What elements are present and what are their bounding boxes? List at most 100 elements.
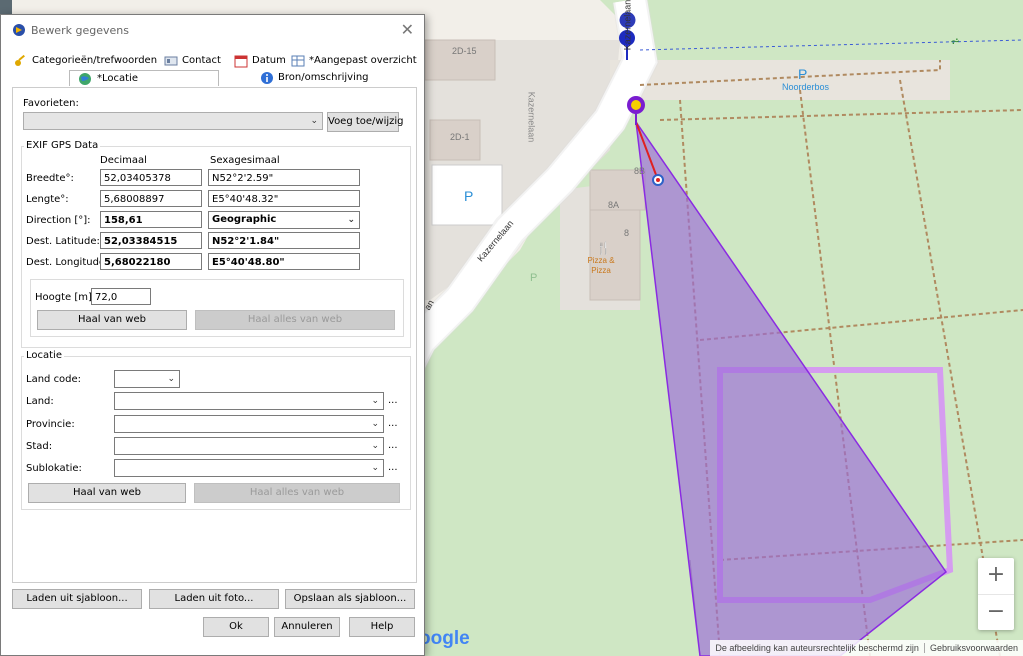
tab-row-bottom: *Locatie Bron/omschrijving	[12, 70, 415, 86]
chevron-down-icon: ⌄	[371, 396, 379, 406]
building-label: 8B	[634, 166, 646, 176]
location-tab-panel: Favorieten: ⌄ Voeg toe/wijzig EXIF GPS D…	[12, 87, 417, 583]
tab-label: *Locatie	[97, 73, 138, 84]
tab-label: Categorieën/trefwoorden	[32, 55, 158, 66]
decimal-column-header: Decimaal	[100, 155, 147, 166]
location-get-from-web-button[interactable]: Haal van web	[28, 483, 186, 503]
tab-label: *Aangepast overzicht	[309, 55, 417, 66]
province-select[interactable]: ⌄	[114, 415, 384, 433]
city-select[interactable]: ⌄	[114, 437, 384, 455]
get-from-web-button[interactable]: Haal van web	[37, 310, 187, 330]
globe-icon	[79, 73, 91, 85]
direction-field[interactable]: 158,61	[100, 211, 202, 228]
tab-label: Bron/omschrijving	[278, 72, 369, 83]
save-as-template-button[interactable]: Opslaan als sjabloon...	[285, 589, 415, 609]
zoom-in-button[interactable]: +	[978, 558, 1014, 595]
tab-contact[interactable]: Contact	[162, 53, 221, 69]
tab-label: Contact	[182, 55, 221, 66]
picnic-table-icon: ⩫	[950, 34, 960, 48]
chevron-down-icon: ⌄	[371, 463, 379, 473]
height-label: Hoogte [m]:	[35, 292, 96, 303]
copyright-notice: De afbeelding kan auteursrechtelijk besc…	[715, 643, 919, 653]
group-title: Locatie	[24, 350, 64, 361]
favorites-label: Favorieten:	[23, 98, 79, 109]
latitude-sexagesimal-field[interactable]: N52°2'2.59"	[208, 169, 360, 186]
city-label: Stad:	[26, 441, 53, 452]
exif-gps-group: EXIF GPS Data Decimaal Sexagesimaal Bree…	[21, 140, 411, 348]
longitude-label: Lengte°:	[26, 194, 69, 205]
chevron-down-icon: ⌄	[371, 441, 379, 451]
chevron-down-icon: ⌄	[371, 419, 379, 429]
zoom-out-button[interactable]: −	[978, 595, 1014, 631]
direction-reference-value: Geographic	[212, 214, 277, 225]
province-more-button[interactable]: ...	[388, 418, 398, 429]
parking-icon: P	[798, 66, 808, 82]
chevron-down-icon: ⌄	[310, 116, 318, 126]
building-label: 8A	[608, 200, 620, 210]
tab-categories[interactable]: Categorieën/trefwoorden	[12, 53, 157, 69]
sublocation-label: Sublokatie:	[26, 463, 82, 474]
cancel-button[interactable]: Annuleren	[274, 617, 340, 637]
close-icon[interactable]: ✕	[401, 20, 414, 39]
key-icon	[15, 54, 25, 66]
height-field[interactable]: 72,0	[91, 288, 151, 305]
tab-custom-overview[interactable]: *Aangepast overzicht	[289, 53, 417, 69]
location-group: Locatie Land code: ⌄ Land: ⌄ ... Provinc…	[21, 350, 411, 510]
direction-reference-select[interactable]: Geographic ⌄	[208, 211, 360, 229]
building-label: 8	[624, 228, 630, 238]
country-select[interactable]: ⌄	[114, 392, 384, 410]
help-button[interactable]: Help	[349, 617, 415, 637]
direction-label: Direction [°]:	[26, 215, 91, 226]
table-icon	[291, 55, 305, 67]
city-more-button[interactable]: ...	[388, 440, 398, 451]
latitude-label: Breedte°:	[26, 173, 74, 184]
tab-row-top: Categorieën/trefwoorden Contact Datum *A…	[12, 53, 417, 69]
favorites-select[interactable]: ⌄	[23, 112, 323, 130]
sublocation-select[interactable]: ⌄	[114, 459, 384, 477]
chevron-down-icon: ⌄	[347, 215, 355, 225]
google-logo: oogle	[419, 628, 470, 649]
dest-latitude-decimal-field[interactable]: 52,03384515	[100, 232, 202, 249]
map-attribution: De afbeelding kan auteursrechtelijk besc…	[710, 640, 1023, 656]
load-from-photo-button[interactable]: Laden uit foto...	[149, 589, 279, 609]
zoom-control: + −	[978, 558, 1014, 630]
group-title: EXIF GPS Data	[24, 140, 101, 151]
parking-icon: P	[464, 188, 474, 204]
load-from-template-button[interactable]: Laden uit sjabloon...	[12, 589, 142, 609]
get-all-from-web-button[interactable]: Haal alles van web	[195, 310, 395, 330]
ok-button[interactable]: Ok	[203, 617, 269, 637]
building-label: 2D-15	[452, 46, 477, 56]
sublocation-more-button[interactable]: ...	[388, 462, 398, 473]
land-code-select[interactable]: ⌄	[114, 370, 180, 388]
calendar-icon	[234, 55, 248, 68]
restaurant-label: Pizza & Pizza	[587, 256, 615, 275]
dest-latitude-sexagesimal-field[interactable]: N52°2'1.84"	[208, 232, 360, 249]
longitude-decimal-field[interactable]: 5,68008897	[100, 190, 202, 207]
add-favorite-button[interactable]: Voeg toe/wijzig	[327, 112, 404, 132]
sexagesimal-column-header: Sexagesimaal	[210, 155, 280, 166]
province-label: Provincie:	[26, 419, 75, 430]
tab-date[interactable]: Datum	[232, 53, 286, 69]
latitude-decimal-field[interactable]: 52,03405378	[100, 169, 202, 186]
tab-label: Datum	[252, 55, 286, 66]
restaurant-icon: 🍴	[596, 241, 611, 255]
tab-source-description[interactable]: Bron/omschrijving	[258, 70, 369, 86]
land-code-label: Land code:	[26, 374, 82, 385]
longitude-sexagesimal-field[interactable]: E5°40'48.32"	[208, 190, 360, 207]
edit-data-dialog: Bewerk gegevens ✕ Categorieën/trefwoorde…	[0, 14, 425, 656]
dialog-titlebar[interactable]: Bewerk gegevens ✕	[1, 15, 424, 45]
street-label: Kazernelaan	[622, 0, 633, 51]
terms-link[interactable]: Gebruiksvoorwaarden	[925, 643, 1023, 653]
country-more-button[interactable]: ...	[388, 395, 398, 406]
height-subgroup: Hoogte [m]: 72,0 Haal van web Haal alles…	[30, 279, 404, 337]
dest-longitude-sexagesimal-field[interactable]: E5°40'48.80"	[208, 253, 360, 270]
dialog-title: Bewerk gegevens	[31, 24, 129, 37]
building-label: 2D-1	[450, 132, 470, 142]
tab-location[interactable]: *Locatie	[69, 70, 219, 86]
app-icon	[13, 24, 25, 36]
parking-icon: P	[530, 272, 538, 284]
street-label: Kazernelaan	[526, 91, 537, 143]
dest-longitude-decimal-field[interactable]: 5,68022180	[100, 253, 202, 270]
dest-latitude-label: Dest. Latitude:	[26, 236, 100, 247]
location-get-all-from-web-button[interactable]: Haal alles van web	[194, 483, 400, 503]
